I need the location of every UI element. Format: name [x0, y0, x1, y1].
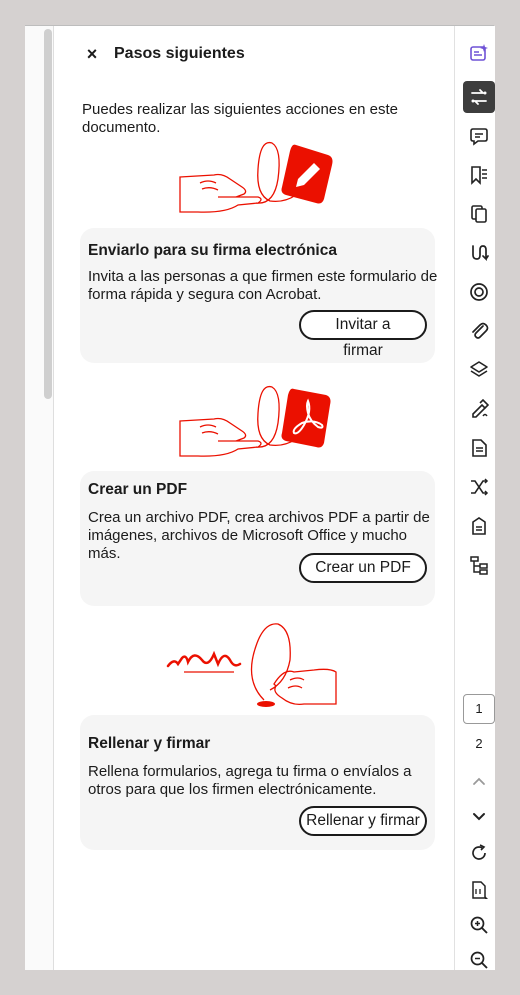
invite-to-sign-button[interactable]: Invitar a firmar — [299, 310, 427, 359]
rotate-icon[interactable] — [463, 837, 495, 869]
bookmark-icon[interactable] — [463, 159, 495, 191]
ai-assistant-icon[interactable] — [463, 37, 495, 69]
close-icon[interactable]: × — [82, 44, 102, 64]
fill-and-sign-button[interactable]: Rellenar y firmar — [299, 806, 427, 836]
pages-icon[interactable] — [463, 198, 495, 230]
next-page-number[interactable]: 2 — [463, 736, 495, 751]
card-title: Enviarlo para su firma electrónica — [88, 242, 337, 259]
convert-icon[interactable] — [463, 237, 495, 269]
card-title: Rellenar y firmar — [88, 735, 211, 752]
panel-title: Pasos siguientes — [114, 45, 245, 62]
create-pdf-illustration — [179, 385, 331, 457]
scrollbar-thumb[interactable] — [44, 29, 52, 399]
card-description: Rellena formularios, agrega tu firma o e… — [88, 763, 412, 798]
chevron-down-icon[interactable] — [463, 800, 495, 832]
structure-icon[interactable] — [463, 549, 495, 581]
next-steps-panel: × Pasos siguientes Puedes realizar las s… — [54, 26, 454, 970]
layers-icon[interactable] — [463, 354, 495, 386]
sign-illustration — [179, 141, 333, 213]
card-create-pdf: Crear un PDF Crea un archivo PDF, crea a… — [80, 471, 435, 606]
compare-icon[interactable] — [463, 471, 495, 503]
comment-icon[interactable] — [463, 120, 495, 152]
card-send-for-signature: Enviarlo para su firma electrónica Invit… — [80, 228, 438, 363]
left-rail — [25, 26, 54, 970]
zoom-in-icon[interactable] — [463, 909, 495, 941]
actual-size-icon[interactable] — [463, 874, 495, 906]
target-icon[interactable] — [463, 276, 495, 308]
zoom-out-icon[interactable] — [463, 944, 495, 976]
fill-sign-illustration — [166, 623, 337, 707]
document-icon[interactable] — [463, 432, 495, 464]
intro-text: Puedes realizar las siguientes acciones … — [82, 101, 399, 136]
create-pdf-button[interactable]: Crear un PDF — [299, 553, 427, 583]
current-page-field[interactable]: 1 — [463, 694, 495, 724]
attachment-icon[interactable] — [463, 315, 495, 347]
fill-sign-icon[interactable] — [463, 393, 495, 425]
right-toolbar: 1 2 — [454, 26, 495, 970]
card-fill-and-sign: Rellenar y firmar Rellena formularios, a… — [80, 715, 435, 850]
card-description: Invita a las personas a que firmen este … — [88, 268, 438, 303]
chevron-up-icon[interactable] — [463, 766, 495, 798]
next-steps-icon[interactable] — [463, 81, 495, 113]
card-title: Crear un PDF — [88, 481, 188, 498]
form-icon[interactable] — [463, 510, 495, 542]
app-window: × Pasos siguientes Puedes realizar las s… — [25, 26, 495, 970]
